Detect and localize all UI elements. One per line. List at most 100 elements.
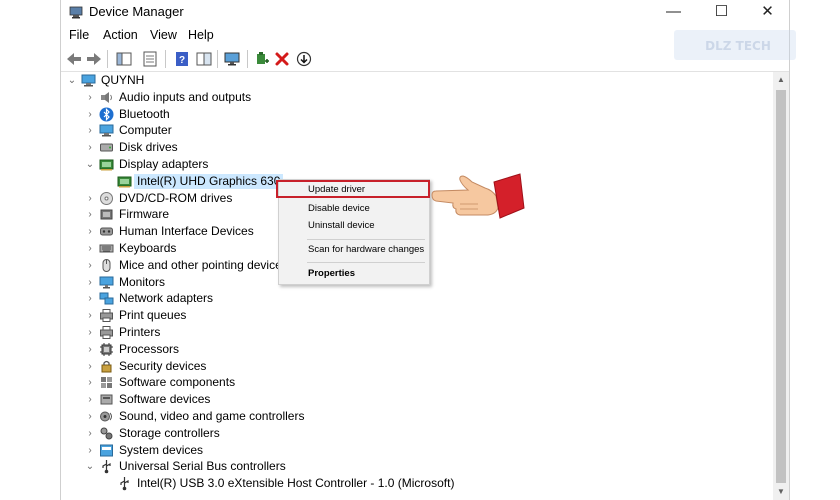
title-bar[interactable]: Device Manager — ☐ ✕ [61, 0, 789, 25]
uninstall-x-icon[interactable] [273, 50, 291, 68]
tree-root[interactable]: ⌄ QUYNH [61, 72, 773, 89]
window-title: Device Manager [89, 4, 184, 19]
scroll-thumb[interactable] [776, 90, 786, 483]
collapse-chevron-icon[interactable]: ⌄ [67, 72, 77, 89]
software-device-icon [99, 392, 114, 407]
display-adapter-icon [99, 157, 114, 172]
expand-chevron-icon[interactable]: › [85, 190, 95, 207]
computer-icon [99, 123, 114, 138]
help-icon[interactable]: ? [173, 50, 191, 68]
tree-item[interactable]: › Sound, video and game controllers [61, 408, 773, 425]
tree-item[interactable]: › Disk drives [61, 139, 773, 156]
svg-text:?: ? [179, 55, 185, 66]
expand-chevron-icon[interactable]: › [85, 307, 95, 324]
context-item-uninstall-device[interactable]: Uninstall device [279, 216, 429, 235]
menu-view[interactable]: View [150, 28, 177, 42]
tree-item[interactable]: › Print queues [61, 307, 773, 324]
collapse-chevron-icon[interactable]: ⌄ [85, 458, 95, 475]
download-update-icon[interactable] [295, 50, 313, 68]
dvd-icon [99, 191, 114, 206]
menu-file[interactable]: File [69, 28, 89, 42]
tree-item-label: Software devices [119, 392, 211, 407]
tree-item[interactable]: › Processors [61, 341, 773, 358]
close-button[interactable]: ✕ [745, 0, 790, 25]
processor-icon [99, 342, 114, 357]
tree-item-label: Processors [119, 341, 180, 356]
expand-chevron-icon[interactable]: › [85, 206, 95, 223]
expand-chevron-icon[interactable]: › [85, 408, 95, 425]
tree-item-label: Keyboards [119, 241, 177, 255]
tree-item-label: Printers [119, 325, 161, 339]
expand-chevron-icon[interactable]: › [85, 374, 95, 391]
display-adapter-icon [117, 174, 132, 189]
expand-chevron-icon[interactable]: › [85, 106, 95, 123]
expand-chevron-icon[interactable]: › [85, 391, 95, 408]
tree-item[interactable]: › Software devices [61, 391, 773, 408]
tree-item-label: Monitors [119, 274, 166, 289]
expand-chevron-icon[interactable]: › [85, 290, 95, 307]
mouse-icon [99, 258, 114, 273]
expand-chevron-icon[interactable]: › [85, 139, 95, 156]
device-tree: ⌄ QUYNH › Audio inputs and outputs › Bluetoot… [61, 72, 773, 500]
tree-child-item[interactable]: Intel(R) USB 3.0 eXtensible Host Control… [61, 475, 773, 492]
expand-chevron-icon[interactable]: › [85, 89, 95, 106]
context-item-scan-hardware[interactable]: Scan for hardware changes [279, 240, 429, 259]
vertical-scrollbar[interactable]: ▲ ▼ [773, 72, 789, 500]
maximize-button[interactable]: ☐ [699, 0, 744, 25]
tree-item-label: Computer [119, 123, 172, 138]
scroll-down-arrow-icon[interactable]: ▼ [773, 486, 789, 498]
storage-icon [99, 426, 114, 441]
tree-item[interactable]: › Network adapters [61, 290, 773, 307]
tree-item[interactable]: › Software components [61, 374, 773, 391]
printer-icon [99, 325, 114, 340]
monitor-scan-icon[interactable] [223, 50, 241, 68]
printer-icon [99, 308, 114, 323]
expand-chevron-icon[interactable]: › [85, 257, 95, 274]
menu-action[interactable]: Action [103, 28, 138, 42]
tree-item[interactable]: › Storage controllers [61, 425, 773, 442]
back-arrow-icon[interactable] [65, 50, 83, 68]
forward-arrow-icon[interactable] [85, 50, 103, 68]
tree-item-label: Audio inputs and outputs [119, 89, 252, 104]
tree-item[interactable]: › Audio inputs and outputs [61, 89, 773, 106]
tree-item-label: DVD/CD-ROM drives [119, 190, 233, 205]
tree-item-label: Bluetooth [119, 106, 170, 121]
tree-item-label: Display adapters [119, 157, 209, 171]
expand-chevron-icon[interactable]: › [85, 223, 95, 240]
tree-item-label: Disk drives [119, 140, 178, 155]
pointing-hand-icon [431, 173, 525, 219]
tree-item[interactable]: › Bluetooth [61, 106, 773, 123]
computer-icon [81, 73, 96, 88]
view-details-icon[interactable] [195, 50, 213, 68]
expand-chevron-icon[interactable]: › [85, 324, 95, 341]
expand-chevron-icon[interactable]: › [85, 425, 95, 442]
tree-item[interactable]: › System devices [61, 442, 773, 459]
collapse-chevron-icon[interactable]: ⌄ [85, 156, 95, 173]
tree-item[interactable]: › Printers [61, 324, 773, 341]
context-item-properties[interactable]: Properties [279, 264, 429, 283]
minimize-button[interactable]: — [651, 0, 696, 25]
tree-item-label: Sound, video and game controllers [119, 409, 305, 423]
tree-item-label: Network adapters [119, 291, 214, 306]
expand-chevron-icon[interactable]: › [85, 122, 95, 139]
tree-item[interactable]: › Security devices [61, 358, 773, 375]
add-driver-icon[interactable] [253, 50, 271, 68]
expand-chevron-icon[interactable]: › [85, 274, 95, 291]
device-manager-icon [69, 6, 83, 19]
tree-item[interactable]: ⌄ Display adapters [61, 156, 773, 173]
show-hide-console-tree-icon[interactable] [115, 50, 133, 68]
menu-help[interactable]: Help [188, 28, 214, 42]
tree-item-label: Security devices [119, 358, 207, 373]
expand-chevron-icon[interactable]: › [85, 341, 95, 358]
tree-item-label: Human Interface Devices [119, 224, 254, 239]
bluetooth-icon [99, 107, 114, 122]
system-icon [99, 443, 114, 458]
tree-item[interactable]: ⌄ Universal Serial Bus controllers [61, 458, 773, 475]
expand-chevron-icon[interactable]: › [85, 358, 95, 375]
tree-item[interactable]: › Computer [61, 122, 773, 139]
scroll-up-arrow-icon[interactable]: ▲ [773, 74, 789, 86]
disk-drive-icon [99, 140, 114, 155]
expand-chevron-icon[interactable]: › [85, 240, 95, 257]
properties-sheet-icon[interactable] [141, 50, 159, 68]
expand-chevron-icon[interactable]: › [85, 442, 95, 459]
